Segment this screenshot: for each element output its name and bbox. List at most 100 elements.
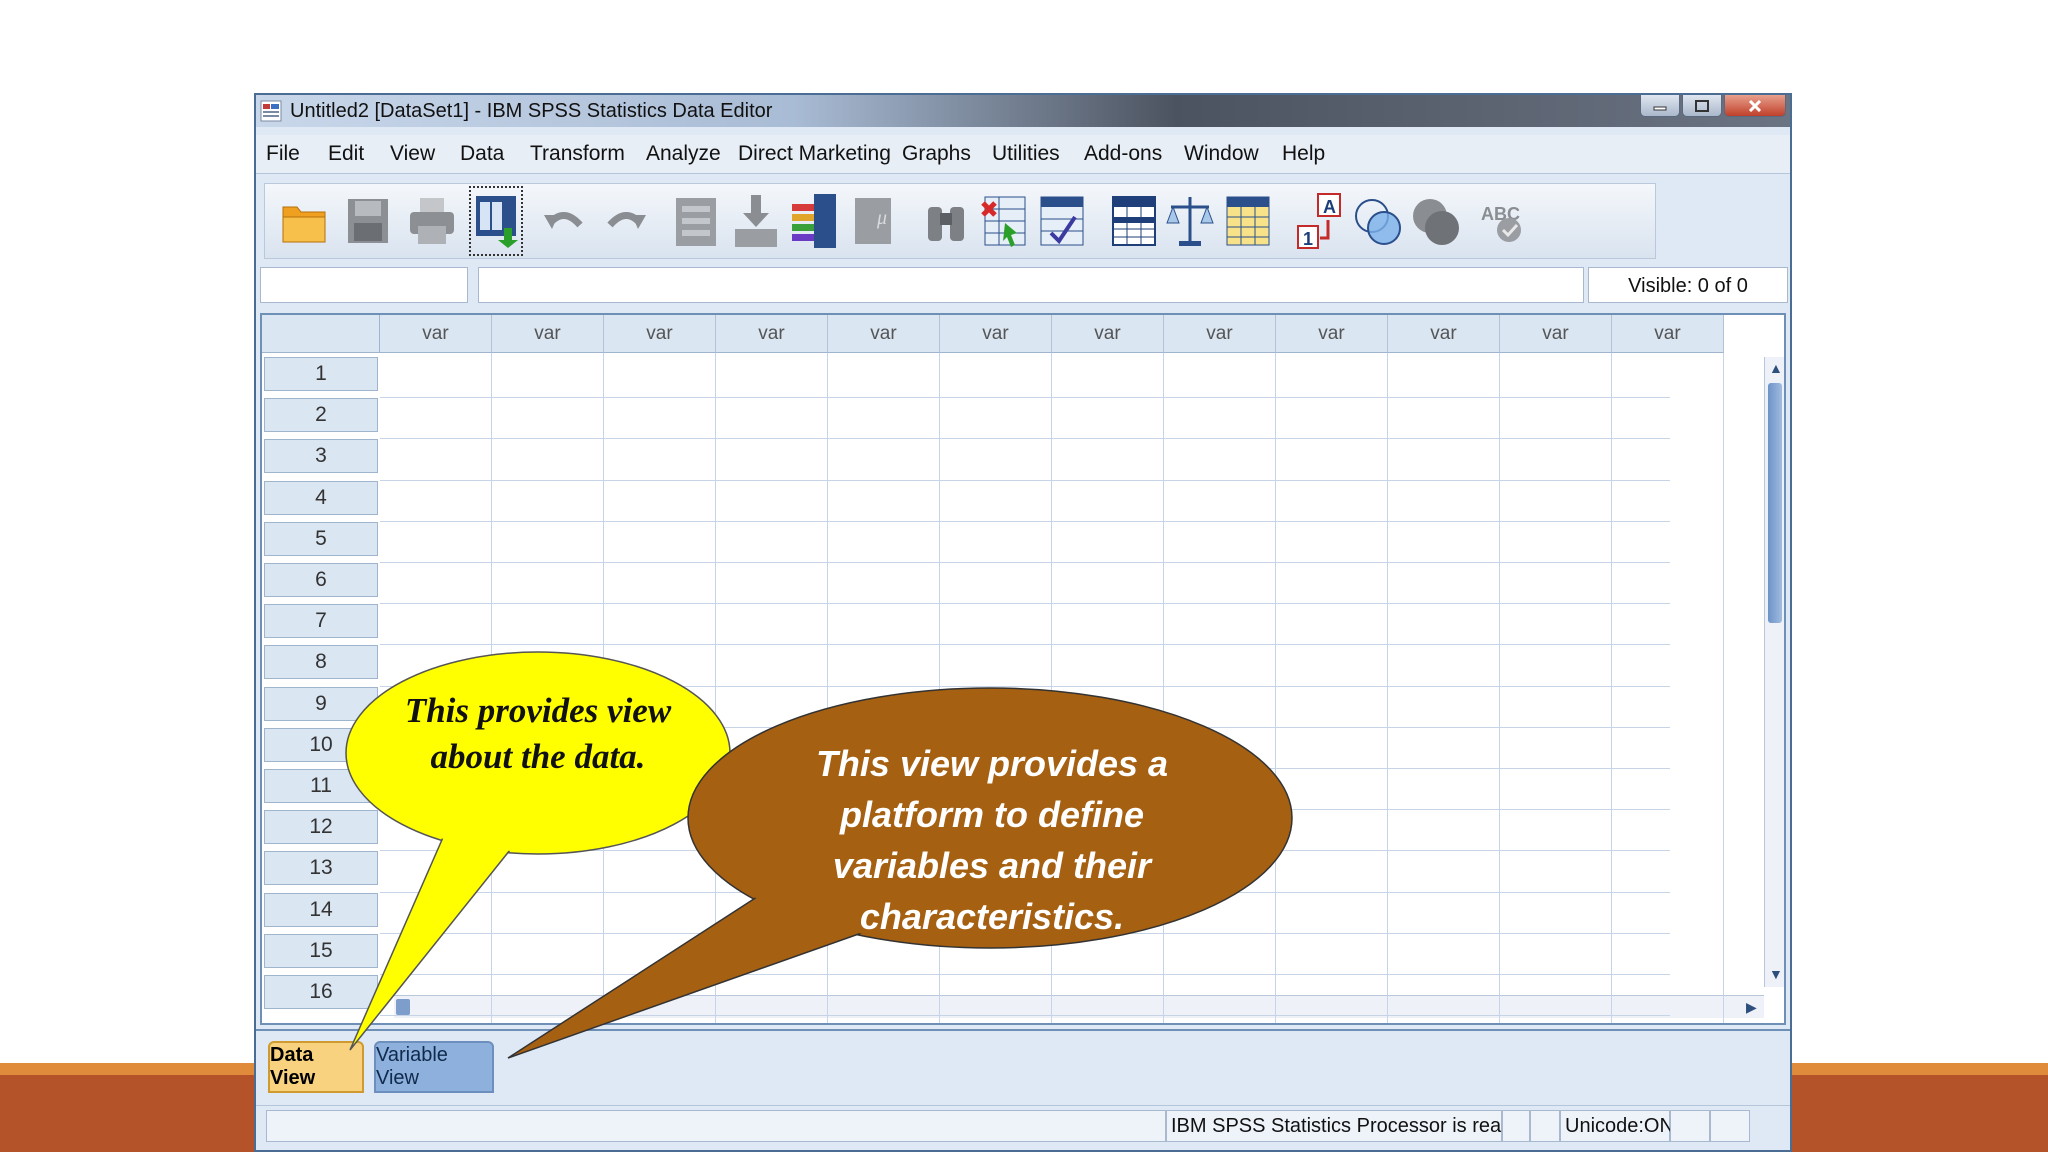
- cell-value-input[interactable]: [478, 267, 1584, 303]
- row-header[interactable]: 8: [264, 645, 378, 680]
- variables-button[interactable]: [787, 192, 841, 250]
- row-header[interactable]: 7: [264, 604, 378, 639]
- scroll-down-arrow-icon[interactable]: ▼: [1769, 965, 1783, 983]
- menu-transform[interactable]: Transform: [530, 141, 625, 167]
- row-header[interactable]: 14: [264, 892, 378, 927]
- window-controls: [1640, 95, 1786, 119]
- row-header[interactable]: 9: [264, 686, 378, 721]
- column-header[interactable]: var: [380, 315, 492, 353]
- menu-window[interactable]: Window: [1184, 141, 1259, 167]
- row-header[interactable]: 1: [264, 357, 378, 391]
- processor-status: IBM SPSS Statistics Processor is ready: [1166, 1110, 1522, 1142]
- use-sets-button[interactable]: [1351, 192, 1405, 250]
- grid-row-line: [380, 644, 1670, 646]
- run-descriptives-icon: μ: [855, 198, 891, 244]
- tab-data-view[interactable]: Data View: [268, 1041, 364, 1093]
- grid-column-line: [1275, 353, 1276, 1023]
- insert-cases-button[interactable]: [977, 192, 1031, 250]
- column-header[interactable]: var: [1164, 315, 1276, 353]
- grid-row-line: [380, 562, 1670, 563]
- status-extra-cell-2: [1710, 1110, 1750, 1142]
- redo-icon: [607, 212, 646, 229]
- scroll-right-arrow-icon[interactable]: ▶: [1746, 998, 1757, 1016]
- undo-icon: [544, 212, 583, 229]
- row-header[interactable]: 13: [264, 851, 378, 886]
- grid-row-line: [380, 974, 1670, 975]
- row-header[interactable]: 12: [264, 810, 378, 845]
- spss-app-icon: [260, 100, 282, 122]
- grid-row-line: [380, 1015, 1670, 1017]
- find-button[interactable]: [919, 192, 973, 250]
- svg-text:μ: μ: [876, 207, 887, 229]
- horizontal-scroll-thumb[interactable]: [396, 999, 410, 1015]
- menu-view[interactable]: View: [390, 141, 435, 167]
- column-header[interactable]: var: [1052, 315, 1164, 353]
- row-header[interactable]: 2: [264, 398, 378, 433]
- open-button[interactable]: [277, 192, 331, 250]
- title-bar: Untitled2 [DataSet1] - IBM SPSS Statisti…: [256, 95, 1790, 127]
- menu-edit[interactable]: Edit: [328, 141, 364, 167]
- column-header[interactable]: var: [940, 315, 1052, 353]
- row-header[interactable]: 10: [264, 727, 378, 762]
- grid-column-line: [1611, 353, 1612, 1023]
- scroll-up-arrow-icon[interactable]: ▲: [1769, 359, 1783, 377]
- row-header[interactable]: 3: [264, 439, 378, 474]
- redo-button[interactable]: [599, 192, 653, 250]
- row-header[interactable]: 4: [264, 480, 378, 515]
- brown-callout-text: This view provides a platform to define …: [815, 743, 1169, 937]
- status-filter-cell: [1502, 1110, 1530, 1142]
- spss-data-editor-window: Untitled2 [DataSet1] - IBM SPSS Statisti…: [254, 93, 1792, 1152]
- column-header[interactable]: var: [1276, 315, 1388, 353]
- svg-text:A: A: [1323, 197, 1336, 217]
- row-header[interactable]: 16: [264, 975, 378, 1009]
- grid-row-line: [380, 603, 1670, 605]
- select-cases-button[interactable]: [1221, 192, 1275, 250]
- weight-cases-button[interactable]: [1163, 192, 1217, 250]
- insert-cases-icon: [981, 196, 1026, 247]
- spell-check-button[interactable]: ABC: [1477, 192, 1531, 250]
- undo-button[interactable]: [537, 192, 591, 250]
- column-header[interactable]: var: [716, 315, 828, 353]
- vertical-scrollbar[interactable]: ▲ ▼: [1764, 357, 1784, 987]
- window-title: Untitled2 [DataSet1] - IBM SPSS Statisti…: [290, 100, 773, 122]
- tab-variable-view[interactable]: Variable View: [374, 1041, 494, 1093]
- value-labels-button[interactable]: A1: [1293, 192, 1347, 250]
- row-header[interactable]: 15: [264, 933, 378, 968]
- menu-analyze[interactable]: Analyze: [646, 141, 721, 167]
- show-all-variables-button[interactable]: [1409, 192, 1463, 250]
- column-header[interactable]: var: [1388, 315, 1500, 353]
- menu-add-ons[interactable]: Add-ons: [1084, 141, 1162, 167]
- cell-name-box[interactable]: [260, 267, 468, 303]
- maximize-button[interactable]: [1682, 95, 1722, 117]
- menu-direct-marketing[interactable]: Direct Marketing: [738, 141, 891, 167]
- row-header[interactable]: 6: [264, 563, 378, 597]
- goto-variable-button[interactable]: [729, 192, 783, 250]
- row-header[interactable]: 5: [264, 521, 378, 556]
- menu-data[interactable]: Data: [460, 141, 504, 167]
- column-header[interactable]: var: [1500, 315, 1612, 353]
- split-file-button[interactable]: [1107, 192, 1161, 250]
- vertical-scroll-thumb[interactable]: [1768, 383, 1782, 623]
- menu-graphs[interactable]: Graphs: [902, 141, 971, 167]
- grid-column-line: [1387, 353, 1388, 1023]
- menu-file[interactable]: File: [266, 141, 300, 167]
- column-header[interactable]: var: [604, 315, 716, 353]
- save-button[interactable]: [341, 192, 395, 250]
- svg-text:1: 1: [1303, 229, 1313, 249]
- print-button[interactable]: [405, 192, 459, 250]
- minimize-button[interactable]: [1640, 95, 1680, 117]
- row-header[interactable]: 11: [264, 769, 378, 803]
- grid-column-line: [1499, 353, 1500, 1023]
- menu-help[interactable]: Help: [1282, 141, 1325, 167]
- column-header[interactable]: var: [1612, 315, 1724, 353]
- insert-variable-button[interactable]: [1035, 192, 1089, 250]
- grid-row-line: [380, 479, 1670, 481]
- goto-case-button[interactable]: [669, 192, 723, 250]
- close-button[interactable]: [1724, 95, 1786, 117]
- dialog-recall-button[interactable]: [469, 186, 523, 256]
- column-header[interactable]: var: [828, 315, 940, 353]
- column-header[interactable]: var: [492, 315, 604, 353]
- descriptives-button[interactable]: μ: [849, 192, 903, 250]
- grid-row-line: [380, 397, 1670, 399]
- menu-utilities[interactable]: Utilities: [992, 141, 1060, 167]
